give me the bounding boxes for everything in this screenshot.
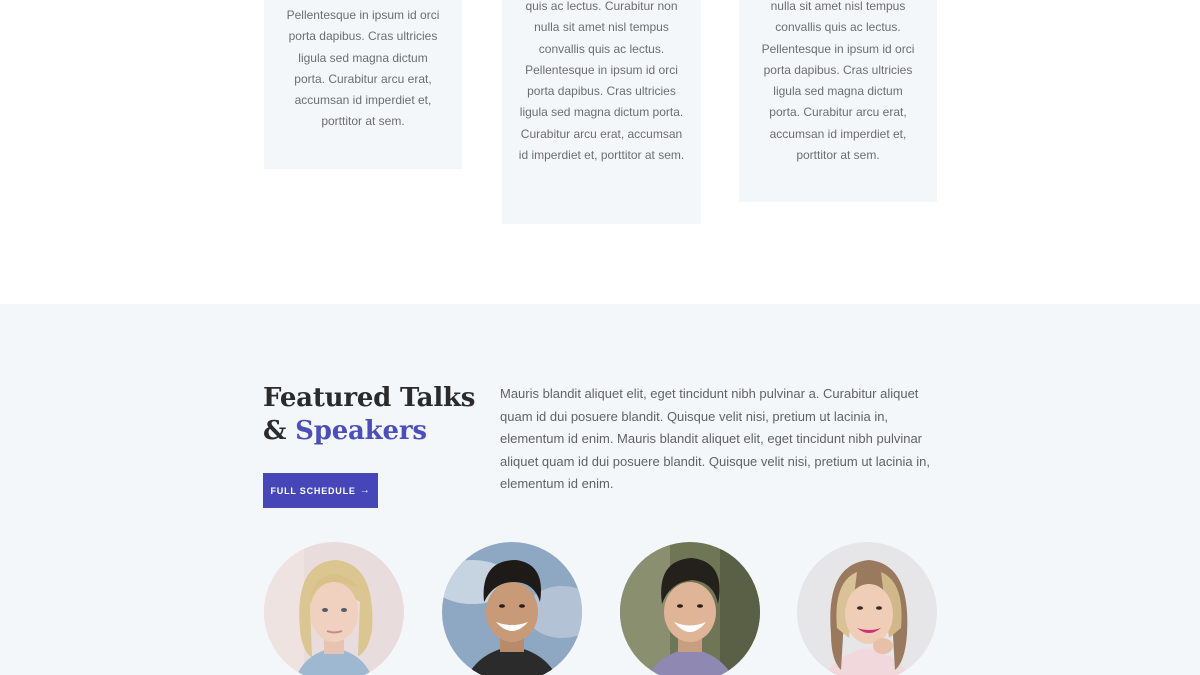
full-schedule-button[interactable]: FULL SCHEDULE → [263, 473, 378, 508]
speaker-avatar[interactable] [264, 542, 404, 675]
feature-card-text: nulla sit amet nisl tempus convallis qui… [761, 0, 915, 163]
speaker-avatar[interactable] [442, 542, 582, 675]
feature-card-text: quis ac lectus. Curabitur non nulla sit … [518, 0, 685, 163]
feature-card: Pellentesque in ipsum id orci porta dapi… [264, 0, 462, 169]
feature-card-text: Pellentesque in ipsum id orci porta dapi… [286, 8, 440, 129]
full-schedule-label: FULL SCHEDULE [270, 485, 356, 496]
featured-talks-section: Featured Talks & Speakers FULL SCHEDULE … [0, 304, 1200, 675]
speaker-photo-icon [264, 542, 404, 675]
heading-accent: Speakers [295, 416, 427, 446]
section-intro-text: Mauris blandit aliquet elit, eget tincid… [500, 386, 930, 491]
speaker-photo-icon [442, 542, 582, 675]
heading-line-1: Featured Talks [263, 383, 476, 413]
speaker-avatar[interactable] [620, 542, 760, 675]
speaker-avatar[interactable] [797, 542, 937, 675]
features-section: Pellentesque in ipsum id orci porta dapi… [0, 0, 1200, 304]
feature-card: quis ac lectus. Curabitur non nulla sit … [502, 0, 701, 224]
arrow-right-icon: → [359, 485, 371, 496]
speaker-photo-icon [620, 542, 760, 675]
heading-ampersand: & [263, 416, 296, 446]
section-heading: Featured Talks & Speakers [263, 382, 483, 448]
speaker-photo-icon [797, 542, 937, 675]
feature-card: nulla sit amet nisl tempus convallis qui… [739, 0, 937, 202]
